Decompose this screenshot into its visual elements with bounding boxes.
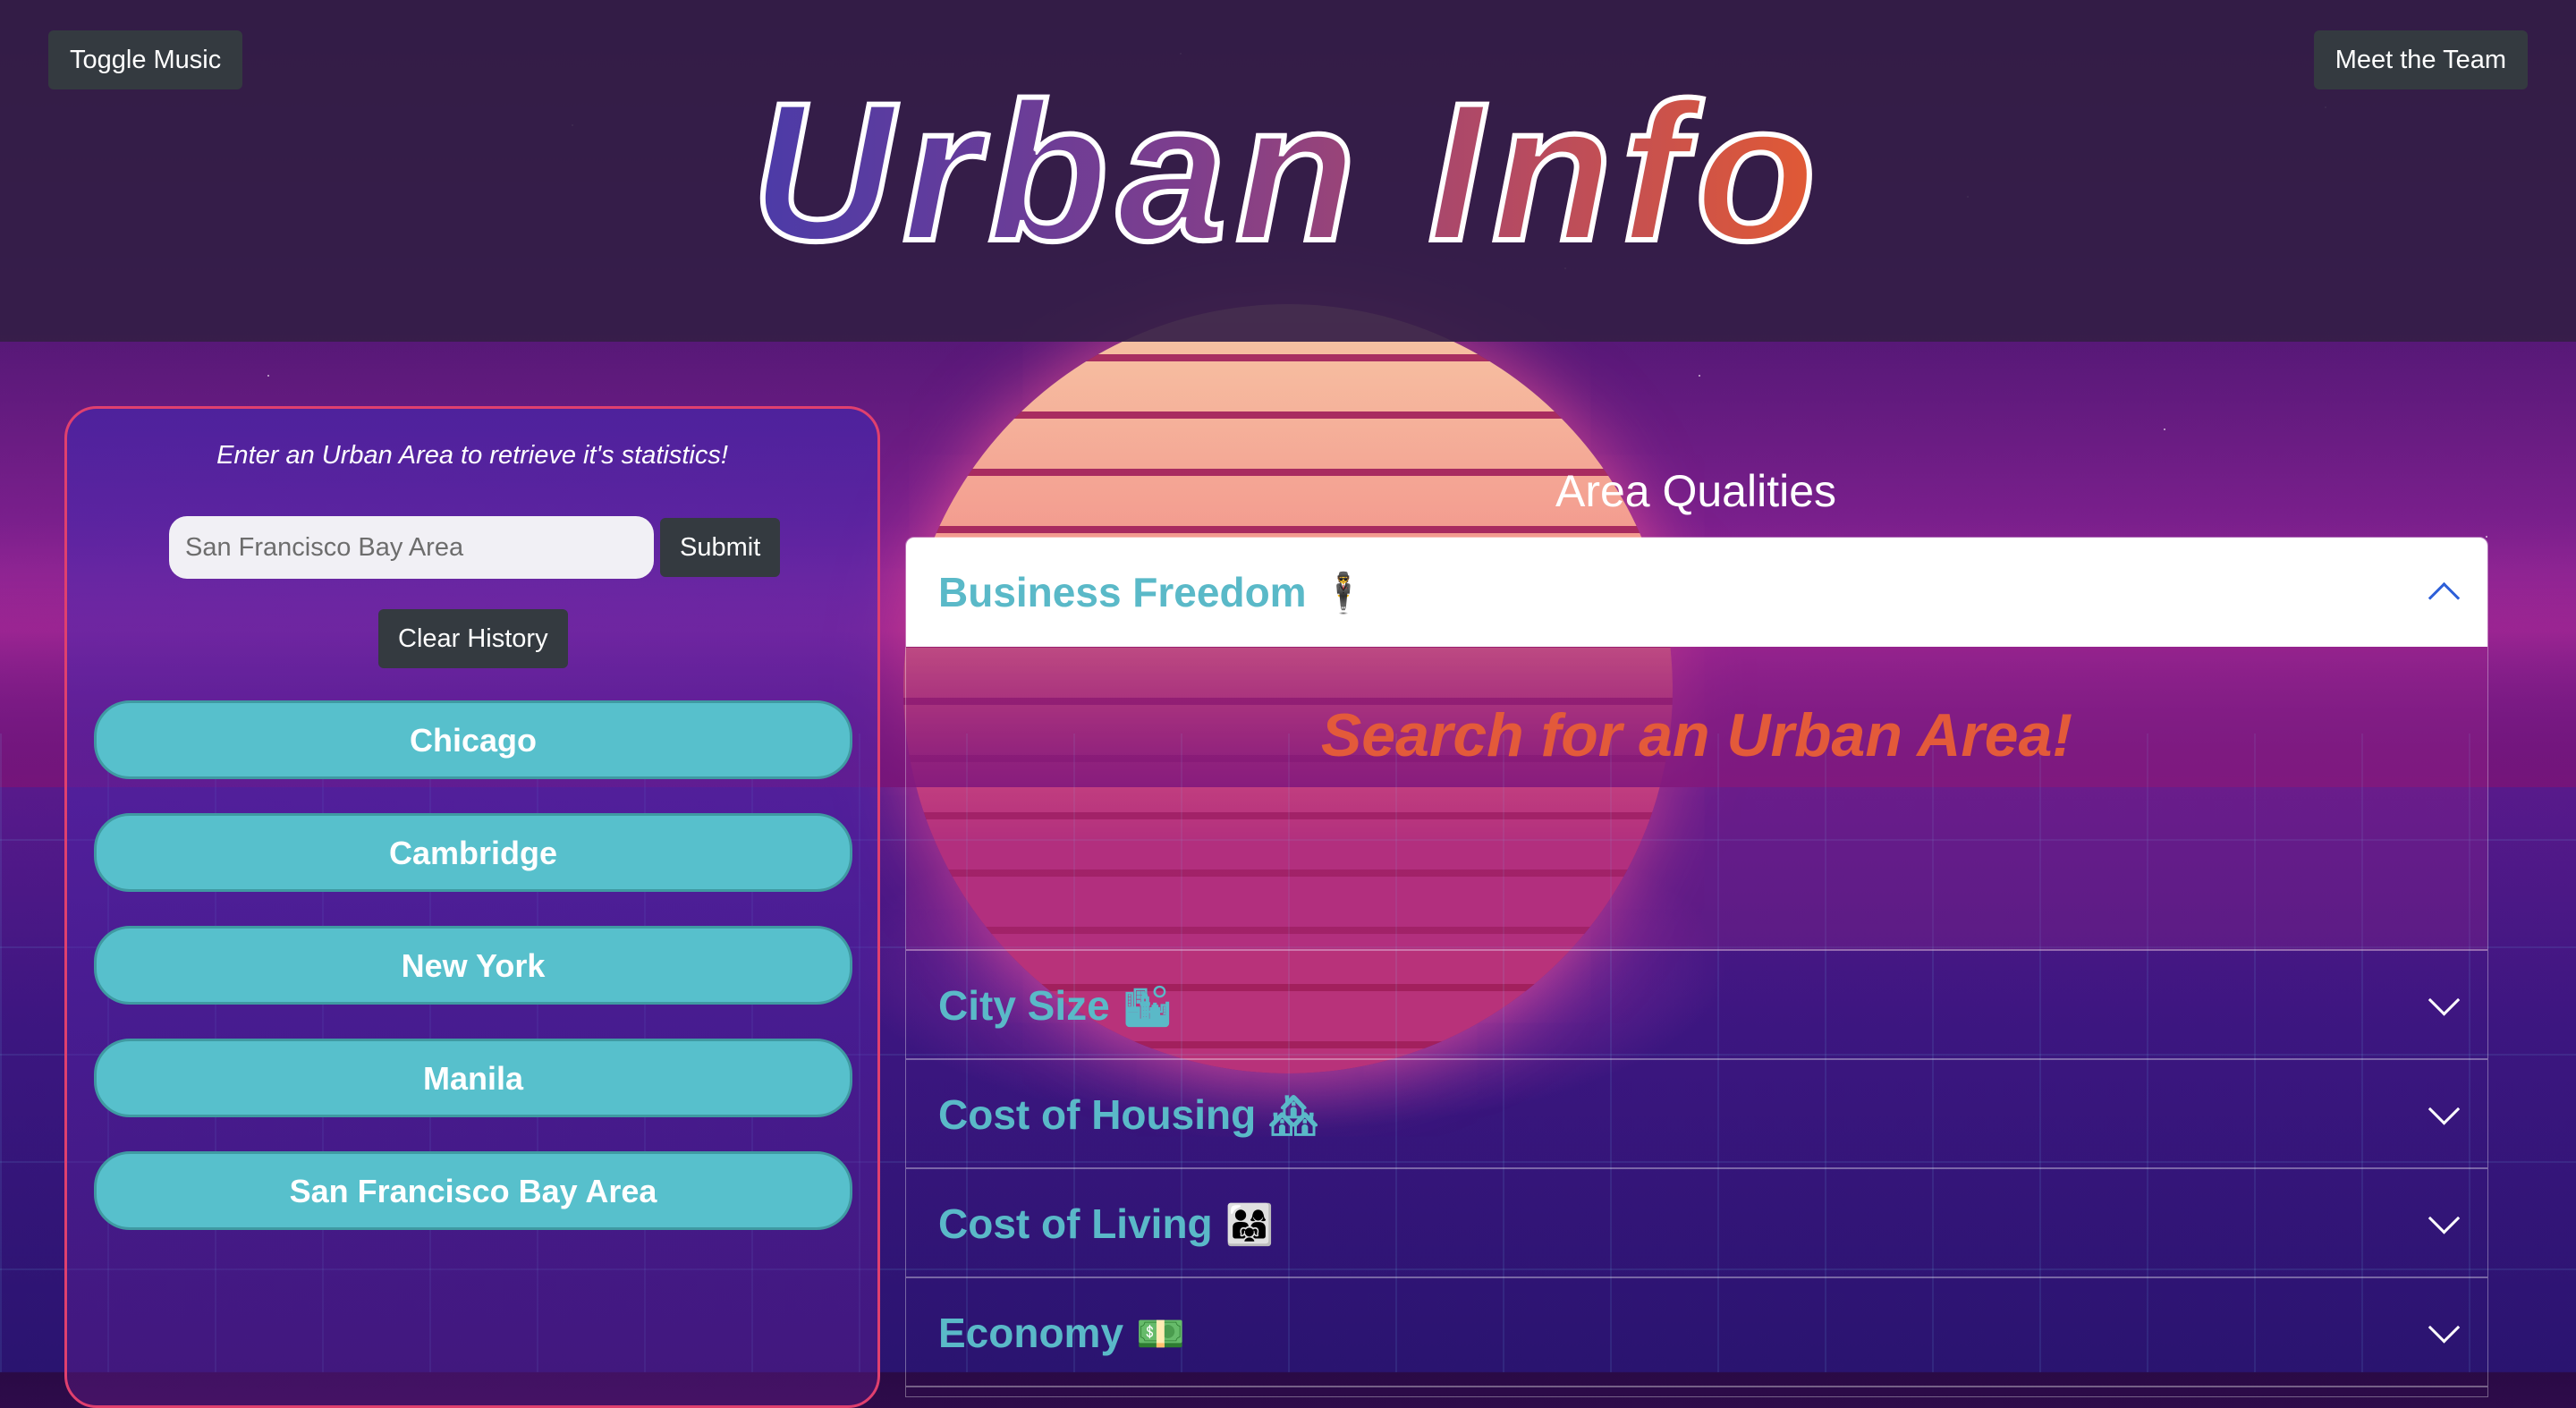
accordion-header-cost-of-living[interactable]: Cost of Living 👨‍👩‍👧 (906, 1169, 2487, 1278)
history-item-manila[interactable]: Manila (94, 1039, 852, 1117)
history-item-chicago[interactable]: Chicago (94, 700, 852, 779)
money-icon: 💵 (1136, 1312, 1185, 1356)
site-title: Urban Info (0, 71, 2576, 273)
site-header: Toggle Music Meet the Team Urban Info (0, 0, 2576, 342)
accordion-label: Business Freedom 🕴 (938, 569, 1368, 615)
chevron-down-icon (2428, 1202, 2461, 1234)
chevron-down-icon (2428, 984, 2461, 1016)
business-person-icon: 🕴 (1318, 572, 1368, 615)
history-item-san-francisco-bay-area[interactable]: San Francisco Bay Area (94, 1151, 852, 1230)
history-item-cambridge[interactable]: Cambridge (94, 813, 852, 892)
accordion-label: City Size 🏙 (938, 982, 1173, 1029)
accordion-label: Economy 💵 (938, 1310, 1185, 1356)
accordion-header-city-size[interactable]: City Size 🏙 (906, 951, 2487, 1060)
search-placeholder-message: Search for an Urban Area! (1320, 701, 2073, 769)
submit-button[interactable]: Submit (660, 518, 781, 577)
chevron-down-icon (2428, 1311, 2461, 1344)
area-qualities-heading: Area Qualities (1555, 466, 1837, 516)
family-icon: 👨‍👩‍👧 (1224, 1203, 1275, 1247)
houses-icon: 🏘 (1268, 1094, 1319, 1138)
urban-area-search-input[interactable] (169, 516, 654, 579)
cityscape-icon: 🏙 (1122, 985, 1173, 1029)
accordion-label: Cost of Housing 🏘 (938, 1091, 1319, 1138)
accordion-header-cost-of-housing[interactable]: Cost of Housing 🏘 (906, 1060, 2487, 1169)
accordion-header-business-freedom[interactable]: Business Freedom 🕴 (906, 538, 2487, 647)
search-prompt: Enter an Urban Area to retrieve it's sta… (216, 441, 728, 470)
site-title-text: Urban Info (749, 62, 1825, 282)
accordion-body-business-freedom: Search for an Urban Area! (906, 647, 2487, 951)
chevron-up-icon (2428, 581, 2461, 615)
history-item-new-york[interactable]: New York (94, 926, 852, 1005)
search-history-list: Chicago Cambridge New York Manila San Fr… (94, 700, 852, 1264)
clear-history-button[interactable]: Clear History (378, 609, 568, 668)
area-qualities-accordion: Business Freedom 🕴 Search for an Urban Ar… (905, 537, 2488, 1397)
accordion-label: Cost of Living 👨‍👩‍👧 (938, 1200, 1275, 1247)
chevron-down-icon (2428, 1093, 2461, 1125)
search-panel: Enter an Urban Area to retrieve it's sta… (64, 406, 880, 1408)
accordion-header-economy[interactable]: Economy 💵 (906, 1278, 2487, 1387)
